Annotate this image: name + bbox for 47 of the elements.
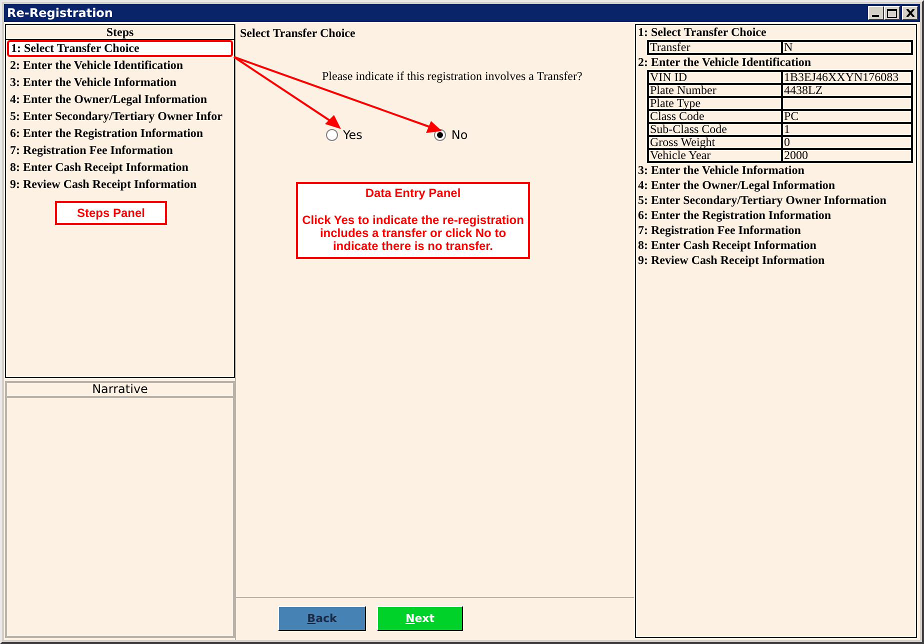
table-cell: 1	[782, 123, 912, 136]
step-item[interactable]: 8: Enter Cash Receipt Information	[7, 159, 233, 176]
table-cell: Gross Weight	[648, 136, 782, 149]
table-cell: Plate Number	[648, 84, 782, 97]
callout-label: Steps Panel	[55, 201, 167, 225]
window-title: Re-Registration	[7, 6, 113, 20]
table-cell: Transfer	[648, 41, 782, 54]
table-cell: Plate Type	[648, 97, 782, 110]
table-cell: 0	[782, 136, 912, 149]
table-cell: N	[782, 41, 912, 54]
section-title: 1: Select Transfer Choice	[638, 25, 768, 40]
section-title: 9: Review Cash Receipt Information	[638, 253, 826, 268]
callout-title: Data Entry Panel	[364, 186, 462, 200]
maximize-button[interactable]	[884, 6, 900, 20]
step-item[interactable]: 7: Registration Fee Information	[7, 142, 233, 159]
step-item[interactable]: 4: Enter the Owner/Legal Information	[7, 91, 233, 108]
section-title: 2: Enter the Vehicle Identification	[638, 55, 812, 70]
section-title: 8: Enter Cash Receipt Information	[638, 238, 818, 253]
section-heading: Select Transfer Choice	[239, 25, 356, 42]
close-icon	[906, 9, 914, 17]
callout-text: Click Yes to indicate the re-registration includes a transfer or click No to indicate there is no transfer.	[302, 214, 524, 253]
step-item[interactable]: 6: Enter the Registration Information	[7, 125, 233, 142]
step-item[interactable]: 1: Select Transfer Choice	[7, 40, 233, 57]
panel-heading: Narrative	[7, 383, 233, 398]
step-item[interactable]: 2: Enter the Vehicle Identification	[7, 57, 233, 74]
section-title: 3: Enter the Vehicle Information	[638, 163, 806, 178]
step-item[interactable]: 5: Enter Secondary/Tertiary Owner Infor	[7, 108, 233, 125]
table-cell: 1B3EJ46XXYN176083	[782, 71, 912, 84]
close-button[interactable]	[902, 6, 918, 20]
step-item[interactable]: 9: Review Cash Receipt Information	[7, 176, 233, 193]
section-title: 4: Enter the Owner/Legal Information	[638, 178, 836, 193]
radio-option[interactable]: Yes	[326, 128, 362, 142]
table-cell: Class Code	[648, 110, 782, 123]
table-cell: Sub-Class Code	[648, 123, 782, 136]
section-title: 7: Registration Fee Information	[638, 223, 802, 238]
question-text: Please indicate if this registration involves a Transfer?	[322, 69, 584, 84]
section-title: 6: Enter the Registration Information	[638, 208, 832, 223]
table-cell: PC	[782, 110, 912, 123]
table-cell: 4438LZ	[782, 84, 912, 97]
section-title: 5: Enter Secondary/Tertiary Owner Information	[638, 193, 888, 208]
radio-circle[interactable]	[326, 129, 338, 141]
step-item[interactable]: 3: Enter the Vehicle Information	[7, 74, 233, 91]
minimize-button[interactable]	[868, 6, 884, 20]
table-cell: 2000	[782, 149, 912, 162]
table-cell: Vehicle Year	[648, 149, 782, 162]
maximize-icon	[887, 8, 897, 18]
table-cell: VIN ID	[648, 71, 782, 84]
